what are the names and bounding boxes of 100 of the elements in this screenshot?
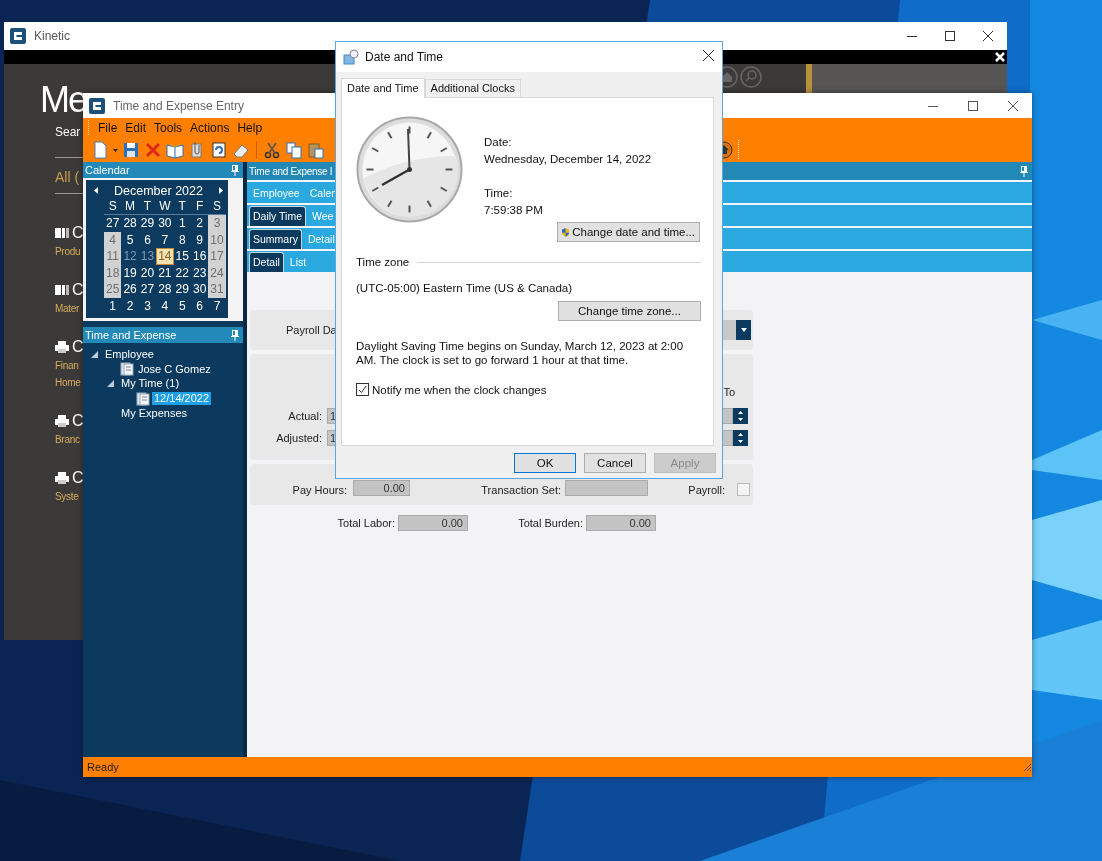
calendar-day[interactable]: 28 [156, 281, 174, 298]
month-title: December 2022 [114, 183, 203, 198]
filter-link[interactable]: All ( [55, 168, 80, 186]
window-title: Kinetic [34, 29, 71, 43]
number-field[interactable]: 0.00 [398, 515, 468, 531]
calendar-day[interactable]: 2 [121, 297, 139, 315]
menu-item[interactable]: Edit [125, 121, 147, 135]
window-title: Time and Expense Entry [113, 98, 244, 113]
calendar-day[interactable]: 4 [156, 297, 174, 315]
calendar-day[interactable]: 8 [173, 231, 191, 249]
calendar-day[interactable]: 2 [190, 215, 209, 232]
tab[interactable]: Detail [249, 252, 284, 272]
calendar-day[interactable]: 30 [190, 281, 209, 298]
logo-icon [89, 97, 105, 114]
tile-title[interactable]: C [72, 281, 84, 299]
tree-item[interactable]: Employee [103, 347, 156, 361]
scissors-icon[interactable] [263, 141, 281, 159]
calendar-day[interactable]: 5 [173, 297, 191, 315]
tile-title[interactable]: C [72, 412, 84, 430]
tree-item[interactable]: Jose C Gomez [136, 362, 213, 376]
checkbox[interactable] [737, 483, 750, 496]
calendar-day[interactable]: 9 [190, 231, 209, 249]
tile-subtitle: Finan [55, 359, 79, 373]
resize-grip-icon[interactable] [1022, 762, 1032, 772]
change-timezone-button[interactable]: Change time zone... [558, 301, 701, 321]
record-icon [119, 362, 135, 377]
calendar-day[interactable]: 16 [190, 248, 209, 265]
calendar-day[interactable]: 22 [173, 264, 191, 282]
calendar-day[interactable]: 12 [121, 248, 139, 265]
calendar-day[interactable]: 19 [121, 264, 139, 282]
calendar-day[interactable]: 27 [138, 281, 157, 298]
expanded-arrow-icon[interactable] [107, 380, 114, 388]
tab[interactable]: Daily Time [249, 206, 306, 226]
close-icon[interactable] [983, 31, 993, 41]
calendar-day[interactable]: 3 [138, 297, 157, 315]
calendar-day[interactable]: 29 [138, 215, 157, 232]
calendar-day[interactable]: 14 [156, 248, 174, 265]
spin-button[interactable] [733, 408, 748, 424]
printer-icon [55, 415, 69, 427]
spin-button[interactable] [733, 430, 748, 446]
refresh-icon[interactable] [210, 141, 228, 159]
change-date-button[interactable]: Change date and time... [557, 222, 700, 242]
check-icon [358, 385, 367, 394]
checkbox[interactable] [356, 383, 369, 396]
save-icon[interactable] [122, 141, 140, 159]
logo-icon [10, 28, 26, 44]
tree-item[interactable]: My Expenses [119, 407, 190, 421]
tree-item[interactable]: My Time (1) [119, 377, 182, 391]
close-icon[interactable] [703, 50, 714, 61]
calendar-day[interactable]: 23 [190, 264, 209, 282]
weekday-label: S [107, 198, 118, 214]
section-heading: Time zone [356, 256, 410, 268]
calendar-day[interactable]: 6 [190, 297, 209, 315]
document-icon[interactable] [91, 141, 109, 159]
weekday-label: T [177, 198, 187, 214]
menu-item[interactable]: Tools [154, 121, 183, 135]
calendar-day[interactable]: 15 [173, 248, 191, 265]
tab[interactable]: Date and Time [341, 78, 425, 98]
weekday-label: W [158, 198, 172, 214]
paste-icon[interactable] [307, 141, 325, 159]
dialog-title: Date and Time [365, 50, 444, 64]
maximize-icon[interactable] [968, 100, 978, 111]
dialog-button[interactable]: Cancel [584, 453, 646, 473]
menu-item[interactable]: Actions [190, 121, 230, 135]
tile-title[interactable]: C [72, 469, 84, 487]
calendar-day[interactable]: 13 [138, 248, 157, 265]
number-field[interactable]: 0.00 [586, 515, 656, 531]
tab[interactable]: Summary [249, 229, 302, 249]
text-field[interactable] [565, 480, 648, 496]
dialog-button[interactable]: OK [514, 453, 576, 473]
copy-icon[interactable] [285, 141, 303, 159]
tile-title[interactable]: C [72, 338, 84, 356]
calendar-day[interactable]: 20 [138, 264, 157, 282]
number-field[interactable]: 0.00 [353, 480, 410, 496]
calendar-day[interactable]: 1 [104, 297, 122, 315]
menu-item[interactable]: Help [237, 121, 263, 135]
right-triangle-icon[interactable] [219, 187, 223, 194]
tab[interactable]: Additional Clocks [424, 79, 521, 97]
calendar-day[interactable]: 30 [156, 215, 174, 232]
calendar-day[interactable]: 5 [121, 231, 139, 249]
calendar-day[interactable]: 1 [173, 215, 191, 232]
calendar-day[interactable]: 27 [104, 215, 122, 232]
calendar-day[interactable]: 7 [156, 231, 174, 249]
expanded-arrow-icon[interactable] [91, 350, 98, 358]
tile-subtitle: Syste [55, 490, 79, 504]
maximize-icon[interactable] [945, 31, 955, 41]
weekday-label: F [194, 198, 205, 214]
menu-item[interactable]: File [98, 121, 118, 135]
close-icon[interactable] [1008, 100, 1018, 111]
book-icon[interactable] [166, 141, 184, 159]
left-triangle-icon[interactable] [94, 187, 98, 194]
calendar-day[interactable]: 6 [138, 231, 157, 249]
calendar-day[interactable]: 28 [121, 215, 139, 232]
field-label: Transaction Set: [480, 484, 561, 496]
calendar-day[interactable]: 3 [208, 215, 226, 232]
calendar-day[interactable]: 29 [173, 281, 191, 298]
calendar-day[interactable]: 7 [208, 297, 226, 315]
calendar-day[interactable]: 21 [156, 264, 174, 282]
calendar-day[interactable]: 26 [121, 281, 139, 298]
tile-title[interactable]: C [72, 224, 84, 242]
